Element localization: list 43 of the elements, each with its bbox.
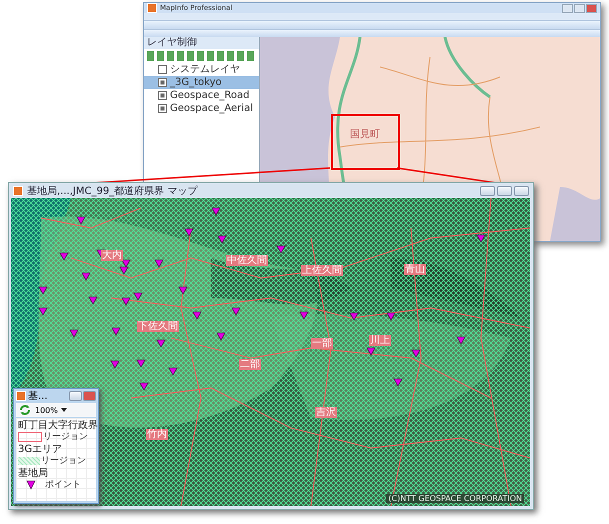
- caret-icon[interactable]: [60, 408, 67, 412]
- legend-heading: 3Gエリア: [18, 444, 64, 455]
- visibility-checkbox[interactable]: [158, 91, 167, 100]
- place-label: 大内: [101, 250, 123, 261]
- copyright-text: (C)NTT GEOSPACE CORPORATION: [386, 494, 524, 503]
- place-label: 吉沢: [315, 407, 337, 418]
- place-label: 中佐久間: [226, 255, 268, 266]
- layer-item[interactable]: Geospace_Road: [144, 89, 259, 102]
- panel-title: レイヤ制御: [144, 37, 259, 49]
- legend-label: ポイント: [45, 479, 81, 491]
- close-button[interactable]: [83, 391, 96, 401]
- zoom-dropdown[interactable]: 100%: [35, 406, 58, 414]
- region-hatch-swatch: [18, 456, 40, 464]
- region-outline-swatch: [18, 432, 42, 442]
- layer-item[interactable]: システムレイヤ: [144, 63, 259, 76]
- legend-label: リージョン: [43, 431, 88, 443]
- legend-heading: 基地局: [18, 468, 49, 479]
- place-label: 二部: [239, 359, 261, 370]
- legend-label: リージョン: [41, 455, 86, 467]
- place-label: 青山: [404, 264, 426, 275]
- app-icon: [147, 3, 157, 14]
- visibility-checkbox[interactable]: [158, 78, 167, 87]
- map-label: 国見町: [350, 127, 380, 141]
- place-label: 上佐久間: [301, 265, 343, 276]
- zoom-rectangle: [331, 114, 400, 170]
- place-label: 竹内: [146, 429, 168, 440]
- layer-item[interactable]: Geospace_Aerial: [144, 102, 259, 115]
- window-title: 基...: [28, 390, 49, 403]
- place-label: 下佐久間: [137, 321, 179, 332]
- place-label: 一部: [311, 338, 333, 349]
- legend-icon: [16, 391, 26, 401]
- refresh-icon[interactable]: [18, 403, 32, 417]
- window-title: 基地局,...,JMC_99_都道府県界 マップ: [27, 184, 199, 198]
- maximize-button[interactable]: [497, 186, 512, 196]
- visibility-checkbox[interactable]: [158, 104, 167, 113]
- place-label: 川上: [369, 335, 391, 346]
- map-icon: [13, 186, 23, 196]
- minimize-button[interactable]: [480, 186, 495, 196]
- close-button[interactable]: [514, 186, 529, 196]
- minimize-button[interactable]: [69, 391, 82, 401]
- visibility-checkbox[interactable]: [158, 65, 167, 74]
- layer-item[interactable]: _3G_tokyo: [144, 76, 259, 89]
- window-controls[interactable]: [562, 4, 597, 13]
